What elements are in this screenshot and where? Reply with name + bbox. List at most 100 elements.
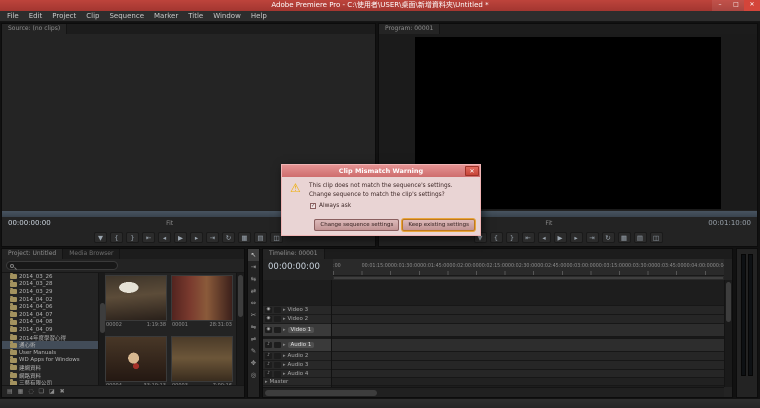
project-search-box[interactable] (6, 261, 118, 270)
track-mute-toggle-icon[interactable]: ♪ (265, 353, 272, 359)
pen-tool[interactable]: ✎ (248, 345, 259, 357)
track-header-audio4[interactable]: ♪ ▸ Audio 4 (263, 370, 331, 378)
timeline-vertical-scrollbar[interactable] (724, 280, 732, 387)
track-header-audio3[interactable]: ♪ ▸ Audio 3 (263, 361, 331, 370)
find-icon[interactable]: ◌ (28, 388, 33, 395)
tab-project[interactable]: Project: Untitled (2, 249, 63, 259)
output-icon[interactable]: ▤ (634, 232, 647, 243)
track-header-video3[interactable]: ◉ ▸ Video 3 (263, 306, 331, 315)
track-header-audio1[interactable]: ♪ ▸ Audio 1 (263, 339, 331, 352)
slip-tool[interactable]: ⇋ (248, 321, 259, 333)
tab-program-monitor[interactable]: Program: 00001 (379, 24, 440, 34)
menu-file[interactable]: File (2, 11, 24, 22)
play-icon[interactable]: ▶ (174, 232, 187, 243)
change-sequence-settings-button[interactable]: Change sequence settings (314, 219, 399, 231)
bin-item[interactable]: 2014_04_02 (2, 296, 98, 304)
bin-item[interactable]: 2014_03_29 (2, 288, 98, 296)
track-lane-audio3[interactable] (332, 361, 724, 370)
collapse-icon[interactable]: ▸ (283, 362, 286, 368)
in-point-icon[interactable]: { (110, 232, 123, 243)
new-bin-icon[interactable]: ❏ (39, 388, 44, 395)
track-mute-toggle-icon[interactable]: ♪ (265, 362, 272, 368)
clip-item[interactable]: 0000433:19:13 (105, 336, 167, 392)
out-point-icon[interactable]: } (126, 232, 139, 243)
track-header-audio2[interactable]: ♪ ▸ Audio 2 (263, 352, 331, 361)
bin-item[interactable]: 2014年度學習心得 (2, 334, 98, 342)
track-lock-toggle[interactable] (274, 316, 281, 322)
go-to-in-icon[interactable]: ⇤ (522, 232, 535, 243)
menu-marker[interactable]: Marker (149, 11, 183, 22)
bin-item[interactable]: WD Apps for Windows (2, 357, 98, 365)
track-header-master[interactable]: ▸ Master (263, 378, 331, 386)
loop-icon[interactable]: ↻ (222, 232, 235, 243)
timeline-current-timecode[interactable]: 00:00:00:00 (268, 262, 320, 272)
ripple-edit-tool[interactable]: ⇆ (248, 273, 259, 285)
menu-window[interactable]: Window (208, 11, 246, 22)
collapse-icon[interactable]: ▸ (283, 353, 286, 359)
collapse-icon[interactable]: ▸ (283, 316, 286, 322)
source-current-timecode[interactable]: 00:00:00:00 (8, 217, 51, 230)
track-content-area[interactable] (332, 280, 724, 387)
step-back-icon[interactable]: ◂ (158, 232, 171, 243)
track-output-toggle-icon[interactable]: ◉ (265, 316, 272, 322)
menu-title[interactable]: Title (183, 11, 208, 22)
minimize-button[interactable]: – (712, 0, 728, 11)
track-lock-toggle[interactable] (274, 342, 281, 348)
track-lane-video2[interactable] (332, 315, 724, 324)
bin-item[interactable]: 2014_04_08 (2, 319, 98, 327)
collapse-icon[interactable]: ▸ (283, 327, 286, 333)
loop-icon[interactable]: ↻ (602, 232, 615, 243)
export-frame-icon[interactable]: ◫ (650, 232, 663, 243)
clear-icon[interactable]: ✖ (60, 388, 65, 395)
track-lock-toggle[interactable] (274, 307, 281, 313)
tab-media-browser[interactable]: Media Browser (63, 249, 120, 259)
program-fit-dropdown[interactable]: Fit (545, 217, 552, 230)
checkbox-check-icon[interactable]: ✓ (310, 203, 316, 209)
bin-item[interactable]: 2014_03_28 (2, 281, 98, 289)
collapse-icon[interactable]: ▸ (283, 342, 286, 348)
track-lane-audio2[interactable] (332, 352, 724, 361)
track-header-video2[interactable]: ◉ ▸ Video 2 (263, 315, 331, 324)
track-output-toggle-icon[interactable]: ◉ (265, 327, 272, 333)
always-ask-checkbox[interactable]: ✓ Always ask (310, 203, 351, 209)
rate-stretch-tool[interactable]: ⇔ (248, 297, 259, 309)
track-lock-toggle[interactable] (274, 371, 281, 377)
rolling-edit-tool[interactable]: ⇄ (248, 285, 259, 297)
track-header-video1[interactable]: ◉ ▸ Video 1 (263, 324, 331, 337)
menu-help[interactable]: Help (246, 11, 272, 22)
bin-item-selected[interactable]: 通心術 (2, 341, 98, 349)
track-lane-video3[interactable] (332, 306, 724, 315)
step-back-icon[interactable]: ◂ (538, 232, 551, 243)
track-output-toggle-icon[interactable]: ◉ (265, 307, 272, 313)
track-select-tool[interactable]: ⇥ (248, 261, 259, 273)
menu-project[interactable]: Project (47, 11, 81, 22)
razor-tool[interactable]: ✂ (248, 309, 259, 321)
clip-item[interactable]: 000037:00:16 (171, 336, 233, 392)
go-to-out-icon[interactable]: ⇥ (206, 232, 219, 243)
go-to-out-icon[interactable]: ⇥ (586, 232, 599, 243)
track-lock-toggle[interactable] (274, 327, 281, 333)
in-point-icon[interactable]: { (490, 232, 503, 243)
timeline-ruler[interactable]: :00 00:01:15:00 00:01:30:00 00:01:45:00 … (333, 259, 724, 276)
project-scrollbar[interactable] (236, 273, 244, 385)
close-button[interactable]: ✕ (744, 0, 760, 11)
bin-item[interactable]: 建網資料 (2, 364, 98, 372)
out-point-icon[interactable]: } (506, 232, 519, 243)
dialog-titlebar[interactable]: Clip Mismatch Warning (282, 165, 480, 177)
add-marker-icon[interactable]: ▼ (94, 232, 107, 243)
bin-item[interactable]: 2014_03_26 (2, 273, 98, 281)
new-item-icon[interactable]: ◪ (49, 388, 55, 395)
collapse-icon[interactable]: ▸ (283, 371, 286, 377)
track-lock-toggle[interactable] (274, 362, 281, 368)
search-input[interactable] (17, 262, 115, 269)
track-lane-audio4[interactable] (332, 370, 724, 378)
go-to-in-icon[interactable]: ⇤ (142, 232, 155, 243)
collapse-icon[interactable]: ▸ (283, 307, 286, 313)
track-lane-audio1[interactable] (332, 339, 724, 352)
timeline-zoom-scrollbar-thumb[interactable] (265, 390, 377, 396)
track-mute-toggle-icon[interactable]: ♪ (265, 371, 272, 377)
maximize-button[interactable]: □ (728, 0, 744, 11)
menu-sequence[interactable]: Sequence (104, 11, 149, 22)
clip-item[interactable]: 0000128:31:03 (171, 275, 233, 331)
hand-tool[interactable]: ✥ (248, 357, 259, 369)
